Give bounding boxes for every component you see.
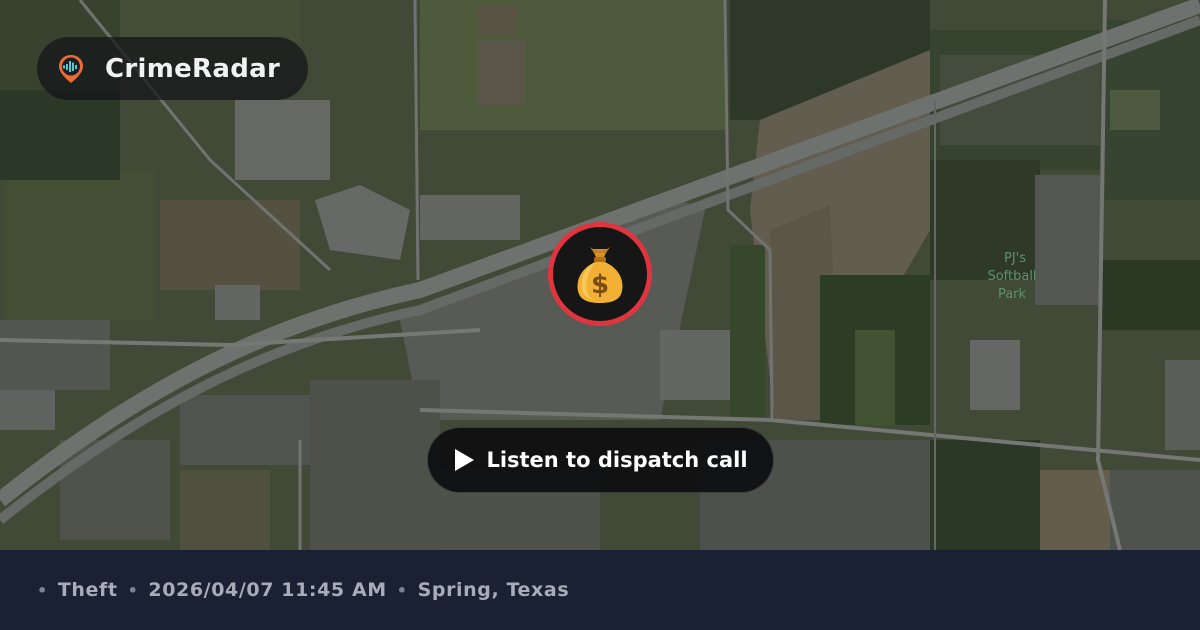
separator-dot: • xyxy=(37,580,48,600)
incident-marker[interactable]: $ xyxy=(548,222,652,326)
share-card: PJ's Softball Park CrimeRadar $ Listen t… xyxy=(0,0,1200,630)
dispatch-call-play-button[interactable]: Listen to dispatch call xyxy=(427,427,774,493)
incident-location: Spring, Texas xyxy=(417,579,570,601)
play-icon xyxy=(455,449,475,471)
separator-dot: • xyxy=(396,580,408,600)
incident-datetime: 2026/04/07 11:45 AM xyxy=(148,579,387,601)
separator-dot: • xyxy=(127,580,139,600)
incident-info-bar: • Theft • 2026/04/07 11:45 AM • Spring, … xyxy=(0,550,1200,630)
play-button-label: Listen to dispatch call xyxy=(486,448,748,472)
money-bag-icon: $ xyxy=(577,247,623,303)
svg-text:$: $ xyxy=(591,270,609,300)
app-name: CrimeRadar xyxy=(105,53,281,84)
brand-pill[interactable]: CrimeRadar xyxy=(37,37,308,100)
incident-type: Theft xyxy=(57,579,118,601)
radar-pin-icon xyxy=(59,54,83,83)
